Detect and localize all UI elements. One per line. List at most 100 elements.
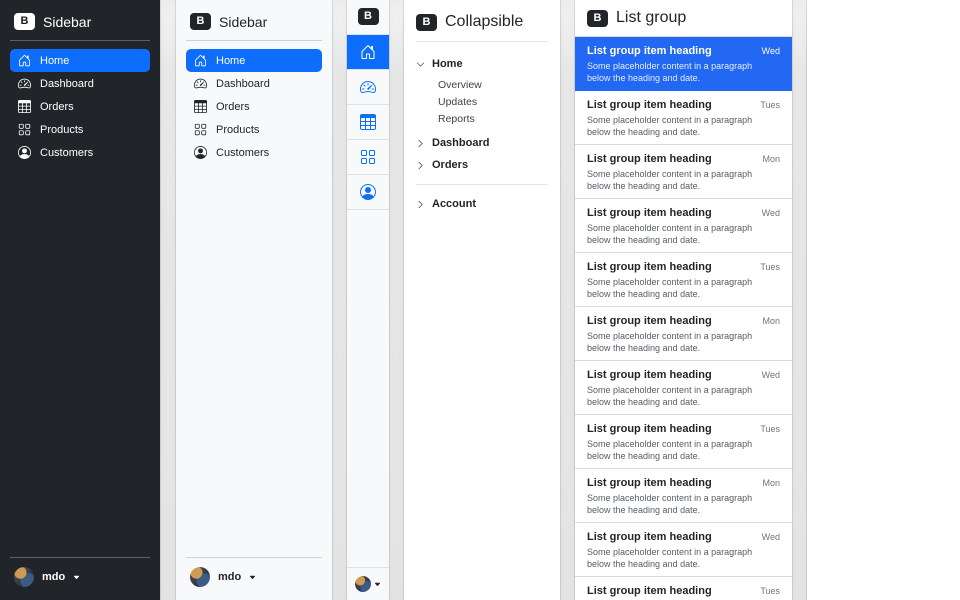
avatar <box>190 567 210 587</box>
list-item-heading: List group item heading <box>587 423 712 435</box>
tree-item-account[interactable]: Account <box>416 194 548 214</box>
list-item-body: Some placeholder content in a paragraph … <box>587 384 780 408</box>
divider <box>10 40 150 41</box>
list-item-body: Some placeholder content in a paragraph … <box>587 222 780 246</box>
sidebar-item-dashboard[interactable]: Dashboard <box>10 72 150 95</box>
sidebar-item-label: Customers <box>40 147 93 159</box>
sidebar-item-products[interactable]: Products <box>10 118 150 141</box>
sidebar-item-orders[interactable]: Orders <box>10 95 150 118</box>
list-item-date: Wed <box>762 46 780 56</box>
list-item-heading: List group item heading <box>587 207 712 219</box>
tree-item-home[interactable]: Home <box>416 54 548 74</box>
caret-down-icon <box>374 581 381 588</box>
tree-subitem-updates[interactable]: Updates <box>438 93 548 110</box>
collapsible-title: Collapsible <box>445 13 523 31</box>
grid-icon <box>18 123 31 136</box>
sidebar-item-customers[interactable]: Customers <box>10 141 150 164</box>
caret-down-icon <box>249 574 256 581</box>
sidebar-item-label: Home <box>40 55 69 67</box>
sidebar-dark-nav: Home Dashboard Orders Products Customers <box>10 49 150 164</box>
user-dropdown[interactable]: mdo <box>186 558 322 591</box>
tree-subitem-reports[interactable]: Reports <box>438 110 548 127</box>
sidebar-item-label: Products <box>40 124 83 136</box>
list-item-heading: List group item heading <box>587 585 712 597</box>
list-item-body: Some placeholder content in a paragraph … <box>587 276 780 300</box>
sidebar-icon-item-house[interactable] <box>347 34 389 69</box>
sidebar-item-label: Products <box>216 124 259 136</box>
spacer <box>10 164 150 557</box>
list-item-date: Mon <box>762 154 780 164</box>
tree-item-dashboard[interactable]: Dashboard <box>416 133 548 153</box>
list-group-item[interactable]: List group item heading Wed Some placehold… <box>575 37 792 91</box>
sidebar-item-products[interactable]: Products <box>186 118 322 141</box>
bootstrap-logo-icon: B <box>587 10 608 27</box>
sidebars-examples-page: B Sidebar HomeDashboardOrdersProductsCus… <box>0 0 960 600</box>
sidebar-light-brand[interactable]: B Sidebar <box>186 9 322 40</box>
list-group-brand[interactable]: B List group <box>575 0 792 37</box>
list-group-item[interactable]: List group item headingMonSome placehold… <box>575 145 792 199</box>
sidebar-item-label: Dashboard <box>216 78 270 90</box>
sidebar-item-dashboard[interactable]: Dashboard <box>186 72 322 95</box>
collapsible-tree: HomeOverviewUpdatesReportsDashboardOrder… <box>416 52 548 216</box>
tree-subitem-overview[interactable]: Overview <box>438 76 548 93</box>
list-item-header-row: List group item headingTues <box>587 261 780 273</box>
list-item-date: Tues <box>760 424 780 434</box>
list-item-date: Wed <box>762 370 780 380</box>
caret-down-icon <box>73 574 80 581</box>
list-item-heading: List group item heading <box>587 99 712 111</box>
panel-divider <box>160 0 176 600</box>
user-dropdown[interactable]: mdo <box>10 558 150 591</box>
sidebar-icon-item-person-circle[interactable] <box>347 174 389 209</box>
speedometer-icon <box>18 77 31 90</box>
collapsible-brand[interactable]: B Collapsible <box>416 9 548 42</box>
list-group-title: List group <box>616 9 686 27</box>
sidebar-light-nav: Home Dashboard Orders Products Customers <box>186 49 322 164</box>
chevron-right-icon <box>416 200 425 209</box>
list-item-header-row: List group item heading Tues <box>587 423 780 435</box>
sidebar-icon-item-table[interactable] <box>347 104 389 139</box>
list-item-body: Some placeholder content in a paragraph … <box>587 546 780 570</box>
tree-subnav: OverviewUpdatesReports <box>416 76 548 127</box>
person-circle-icon <box>18 146 31 159</box>
sidebar-collapsible: B Collapsible HomeOverviewUpdatesReports… <box>404 0 560 600</box>
list-item-date: Tues <box>760 262 780 272</box>
list-item-header-row: List group item headingTues <box>587 99 780 111</box>
list-group-item[interactable]: List group item headingWedSome placehold… <box>575 361 792 415</box>
tree-item-orders[interactable]: Orders <box>416 155 548 175</box>
person-circle-icon <box>194 146 207 159</box>
list-group-item[interactable]: List group item headingTues Some placehol… <box>575 253 792 307</box>
sidebar-item-label: Dashboard <box>40 78 94 90</box>
grid-icon <box>360 149 376 165</box>
sidebar-item-customers[interactable]: Customers <box>186 141 322 164</box>
list-item-body: Some placeholder content in a paragraph … <box>587 492 780 516</box>
user-dropdown[interactable] <box>347 567 389 600</box>
panel-divider <box>332 0 347 600</box>
table-icon <box>194 100 207 113</box>
list-group-item[interactable]: List group item headingWed Some placehold… <box>575 523 792 577</box>
sidebar-icon-item-grid[interactable] <box>347 139 389 174</box>
list-item-header-row: List group item headingWed <box>587 531 780 543</box>
list-item-body: Some placeholder content in a paragraph … <box>587 330 780 354</box>
sidebar-dark-brand[interactable]: B Sidebar <box>10 9 150 40</box>
sidebar-icons-brand[interactable]: B <box>347 0 389 34</box>
bootstrap-logo-icon: B <box>416 14 437 31</box>
list-item-heading: List group item heading <box>587 45 712 57</box>
list-group-item[interactable]: List group item headingTuesSome placehol… <box>575 91 792 145</box>
sidebar-item-orders[interactable]: Orders <box>186 95 322 118</box>
table-icon <box>18 100 31 113</box>
list-group-item[interactable]: List group item headingMonSome placehold… <box>575 469 792 523</box>
sidebar-icon-item-speedometer[interactable] <box>347 69 389 104</box>
sidebar-light-title: Sidebar <box>219 14 267 30</box>
chevron-right-icon <box>416 139 425 148</box>
sidebar-item-home[interactable]: Home <box>186 49 322 72</box>
list-group: List group item headingWedSome placehold… <box>575 37 792 600</box>
list-item-body: Some placeholder content in a paragraph … <box>587 60 780 84</box>
list-group-item[interactable]: List group item headingTuesSome placehol… <box>575 415 792 469</box>
list-group-item[interactable]: List group item headingWedSome placehold… <box>575 199 792 253</box>
table-icon <box>360 114 376 130</box>
sidebar-item-home[interactable]: Home <box>10 49 150 72</box>
list-item-heading: List group item heading <box>587 153 712 165</box>
list-group-item[interactable]: List group item headingMonSome placehold… <box>575 307 792 361</box>
list-group-item[interactable]: List group item headingTuesSome placehol… <box>575 577 792 600</box>
list-item-date: Wed <box>762 532 780 542</box>
